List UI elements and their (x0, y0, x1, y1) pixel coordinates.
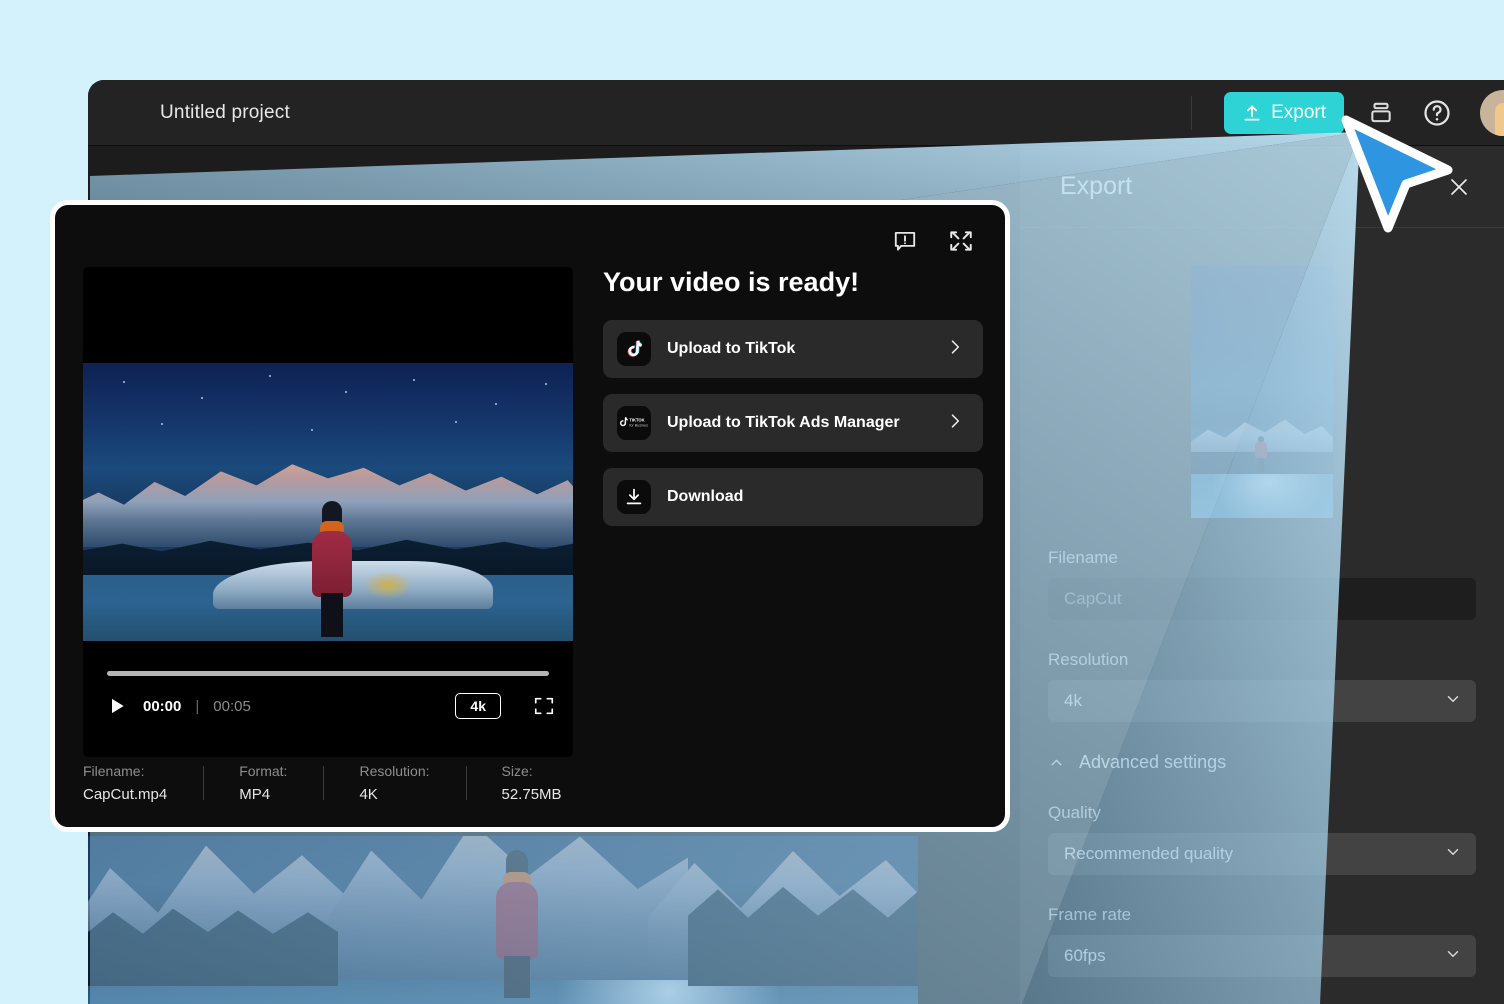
meta-value: 52.75MB (501, 786, 562, 803)
filename-input[interactable]: CapCut (1048, 578, 1476, 620)
quality-chip[interactable]: 4k (455, 693, 501, 719)
layers-icon[interactable] (1362, 94, 1400, 132)
preview-subject (309, 501, 355, 637)
project-title[interactable]: Untitled project (160, 102, 290, 124)
download-button[interactable]: Download (603, 468, 983, 526)
meta-value: 4K (359, 786, 378, 803)
chevron-down-icon (1444, 690, 1462, 713)
chevron-down-icon (1444, 843, 1462, 866)
preview-glow (363, 571, 413, 599)
upload-to-tiktok-button[interactable]: Upload to TikTok (603, 320, 983, 378)
collapse-icon[interactable] (945, 225, 977, 257)
play-icon[interactable] (107, 695, 129, 717)
controls-row: 00:00 | 00:05 4k (107, 693, 555, 719)
export-panel-title: Export (1060, 172, 1133, 200)
help-circle-icon[interactable] (1418, 94, 1456, 132)
frame-rate-value: 60fps (1064, 946, 1106, 965)
total-time: 00:05 (213, 697, 251, 715)
topbar-divider (1191, 95, 1193, 130)
frame-rate-label: Frame rate (1048, 905, 1132, 924)
export-panel-header: Export (1020, 146, 1504, 228)
quality-label: Quality (1048, 803, 1101, 822)
meta-format: Format: MP4 (203, 763, 323, 803)
video-preview[interactable]: 00:00 | 00:05 4k (83, 267, 573, 757)
quality-select[interactable]: Recommended quality (1048, 833, 1476, 875)
action-label: Upload to TikTok (667, 340, 796, 357)
advanced-settings-toggle[interactable]: Advanced settings (1048, 752, 1504, 773)
time-separator: | (195, 697, 200, 715)
upload-icon (1242, 103, 1262, 123)
fullscreen-icon[interactable] (533, 695, 555, 717)
meta-key: Resolution: (359, 763, 430, 779)
chevron-down-icon (1444, 945, 1462, 968)
export-panel: Export Filename CapCut Resolution 4k Adv… (1020, 146, 1504, 1004)
chevron-right-icon (945, 411, 965, 436)
current-time: 00:00 (143, 697, 182, 715)
meta-key: Format: (239, 763, 288, 779)
export-thumbnail (1191, 266, 1333, 518)
preview-frame (83, 363, 573, 641)
action-label: Upload to TikTok Ads Manager (667, 414, 900, 431)
export-button-label: Export (1271, 101, 1326, 123)
svg-text:TIKTOK: TIKTOK (629, 418, 644, 423)
resolution-select[interactable]: 4k (1048, 680, 1476, 722)
export-form: Filename CapCut Resolution 4k (1020, 548, 1504, 722)
frame-rate-select[interactable]: 60fps (1048, 935, 1476, 977)
quality-value: Recommended quality (1064, 844, 1234, 863)
export-button[interactable]: Export (1224, 91, 1344, 134)
modal-actions-column: Your video is ready! Upload to TikTok TI… (603, 267, 983, 542)
chevron-up-icon (1048, 754, 1065, 771)
advanced-form: Quality Recommended quality Frame rate 6… (1020, 803, 1504, 977)
progress-bar[interactable] (107, 671, 549, 676)
page-root: Untitled project Export Export Filename … (0, 0, 1504, 1004)
avatar[interactable] (1480, 89, 1504, 136)
close-icon[interactable] (1442, 170, 1476, 204)
file-meta: Filename: CapCut.mp4 Format: MP4 Resolut… (83, 763, 598, 803)
meta-filename: Filename: CapCut.mp4 (83, 763, 203, 803)
meta-value: MP4 (239, 786, 271, 803)
resolution-label: Resolution (1048, 650, 1129, 669)
meta-key: Size: (501, 763, 533, 779)
download-icon (617, 480, 651, 514)
tiktok-business-icon: TIKTOK for Business (617, 406, 651, 440)
meta-resolution: Resolution: 4K (323, 763, 465, 803)
meta-key: Filename: (83, 763, 145, 779)
canvas-subject (490, 848, 542, 998)
filename-label: Filename (1048, 548, 1118, 567)
app-topbar: Untitled project Export (88, 80, 1504, 146)
canvas-video-frame (88, 836, 918, 1004)
export-ready-modal: 00:00 | 00:05 4k Your video is ready! Up… (50, 200, 1010, 832)
chevron-right-icon (945, 337, 965, 362)
svg-text:for Business: for Business (629, 423, 648, 427)
tiktok-icon (617, 332, 651, 366)
resolution-value: 4k (1064, 691, 1082, 710)
upload-to-tiktok-ads-manager-button[interactable]: TIKTOK for Business Upload to TikTok Ads… (603, 394, 983, 452)
player-controls: 00:00 | 00:05 4k (83, 641, 573, 757)
advanced-settings-label: Advanced settings (1079, 752, 1227, 772)
modal-tools (889, 225, 977, 257)
feedback-icon[interactable] (889, 225, 921, 257)
action-label: Download (667, 488, 744, 505)
topbar-actions: Export (1191, 89, 1504, 136)
ready-title: Your video is ready! (603, 267, 860, 297)
meta-value: CapCut.mp4 (83, 786, 168, 803)
meta-size: Size: 52.75MB (465, 763, 598, 803)
